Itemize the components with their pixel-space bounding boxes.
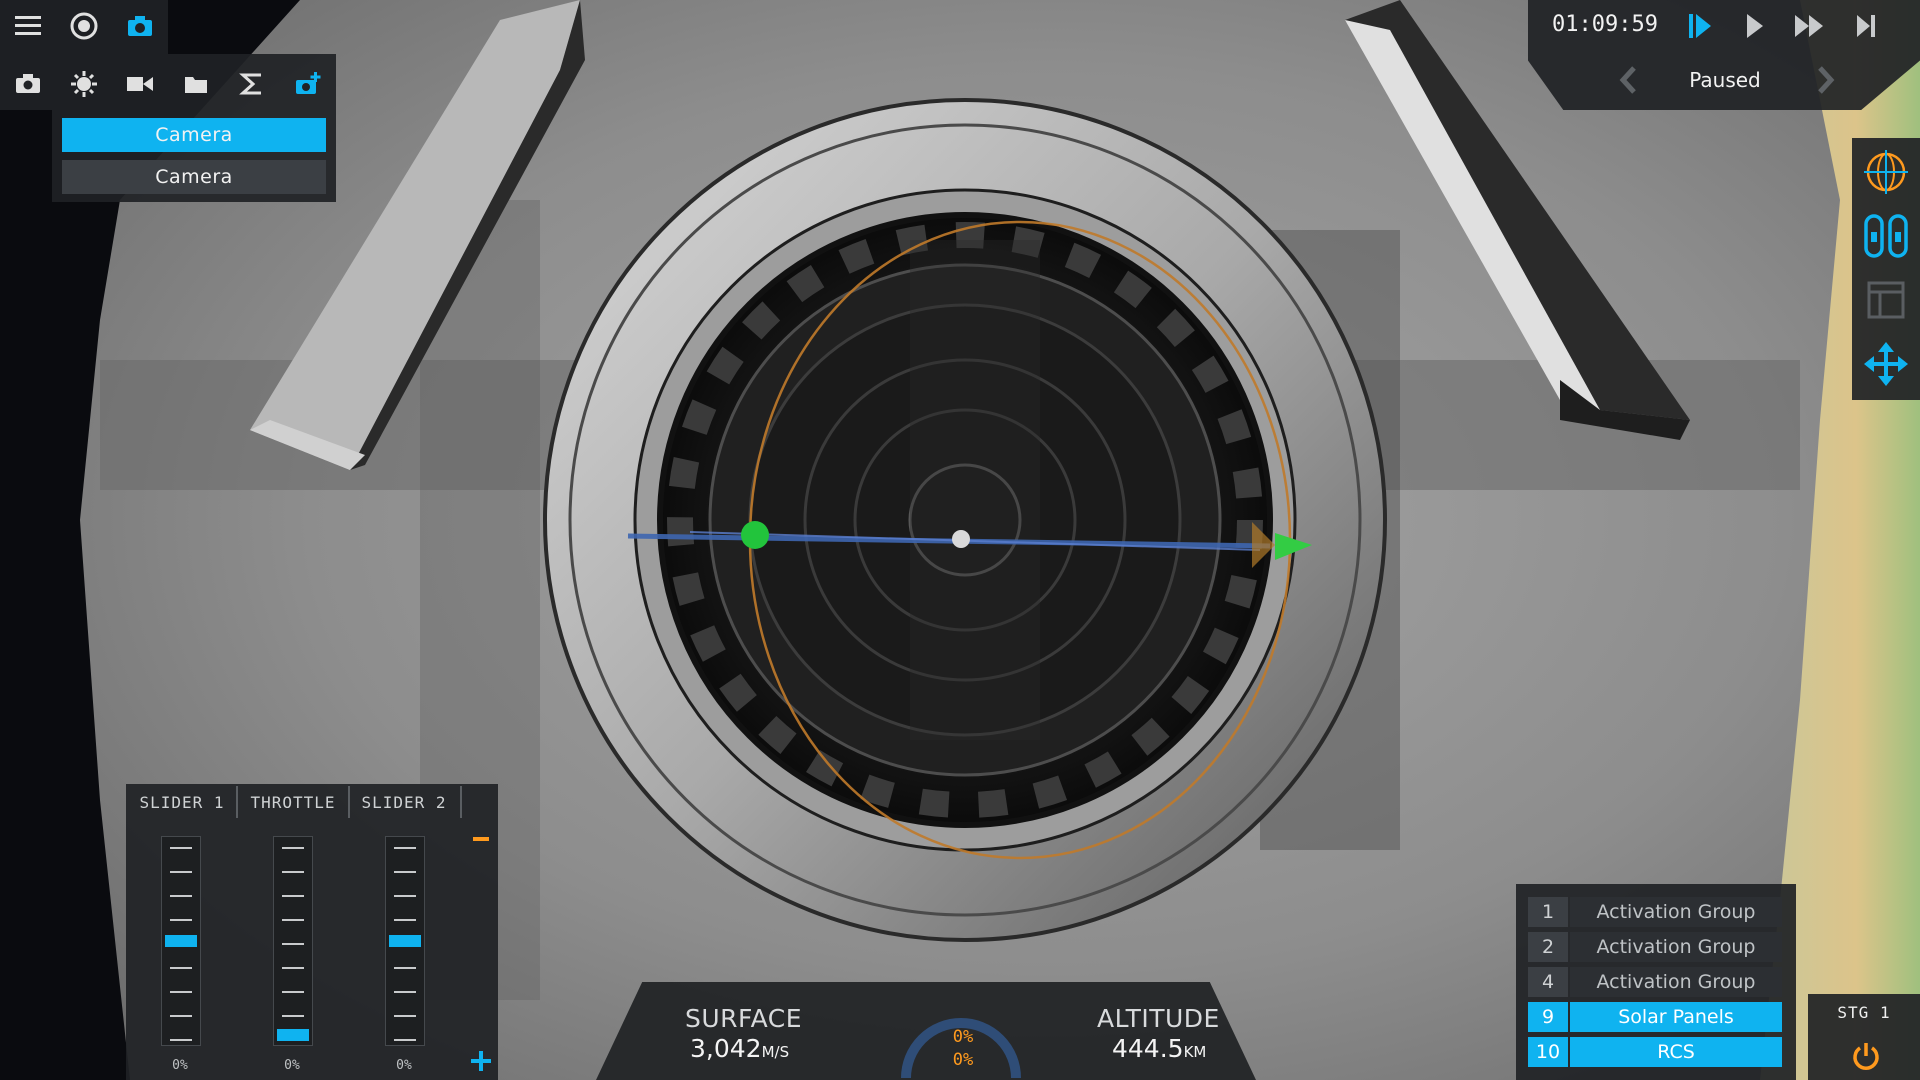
slider-tick xyxy=(282,847,304,849)
add-camera-icon[interactable] xyxy=(290,66,326,102)
slider-tick xyxy=(170,967,192,969)
activation-group-label: Solar Panels xyxy=(1570,1002,1782,1032)
slider-tick xyxy=(170,919,192,921)
slider-tick xyxy=(282,991,304,993)
activation-group-number: 10 xyxy=(1528,1037,1568,1067)
play-icon[interactable] xyxy=(1736,8,1772,44)
folder-icon[interactable] xyxy=(178,66,214,102)
column-divider xyxy=(348,786,350,818)
activation-group-number: 4 xyxy=(1528,967,1568,997)
time-status: Paused xyxy=(1689,68,1761,92)
activation-group-rcs[interactable]: 10 RCS xyxy=(1528,1037,1782,1067)
camera-option-2[interactable]: Camera xyxy=(62,160,326,194)
column-divider xyxy=(236,786,238,818)
slider-1-track[interactable] xyxy=(161,836,201,1046)
altitude-label: ALTITUDE xyxy=(1097,1004,1220,1033)
pause-play-icon[interactable] xyxy=(1682,8,1718,44)
stage-label: STG 1 xyxy=(1837,1003,1891,1022)
gauge-top-value: 0% xyxy=(952,1027,974,1047)
slider-2-value: 0% xyxy=(396,1058,412,1073)
activation-group-number: 9 xyxy=(1528,1002,1568,1032)
slider-tick xyxy=(170,991,192,993)
settings-sun-icon[interactable] xyxy=(66,66,102,102)
activation-group-1[interactable]: 1 Activation Group xyxy=(1528,897,1782,927)
slider-tick xyxy=(394,1039,416,1041)
chevron-left-icon[interactable] xyxy=(1610,62,1646,98)
skip-end-icon[interactable] xyxy=(1848,8,1884,44)
slider-tick xyxy=(282,895,304,897)
slider-tick xyxy=(170,895,192,897)
slider-tick xyxy=(394,991,416,993)
camera-icon[interactable] xyxy=(122,8,158,44)
slider-tick xyxy=(170,1039,192,1041)
sigma-icon[interactable] xyxy=(234,66,270,102)
column-divider xyxy=(460,786,462,818)
slider-tick xyxy=(282,871,304,873)
activation-group-number: 1 xyxy=(1528,897,1568,927)
video-camera-icon[interactable] xyxy=(122,66,158,102)
slider-tick xyxy=(394,895,416,897)
surface-speed: 3,042M/S xyxy=(690,1034,789,1063)
throttle-label: THROTTLE xyxy=(250,793,336,812)
fast-forward-icon[interactable] xyxy=(1790,8,1830,44)
activation-group-label: Activation Group xyxy=(1570,967,1782,997)
slider-tick xyxy=(170,1015,192,1017)
altitude: 444.5KM xyxy=(1112,1034,1206,1063)
screenshot-icon[interactable] xyxy=(10,66,46,102)
altitude-value: 444.5 xyxy=(1112,1034,1184,1063)
activation-group-label: RCS xyxy=(1570,1037,1782,1067)
slider-2-label: SLIDER 2 xyxy=(361,793,447,812)
slider-tick xyxy=(282,967,304,969)
slider-tick xyxy=(394,967,416,969)
slider-handle[interactable] xyxy=(165,935,197,947)
power-icon[interactable] xyxy=(1846,1036,1886,1076)
slider-handle[interactable] xyxy=(277,1029,309,1041)
slider-tick xyxy=(170,871,192,873)
plus-icon[interactable] xyxy=(464,1044,498,1078)
slider-tick xyxy=(394,919,416,921)
slider-tick xyxy=(282,1015,304,1017)
symmetry-icon[interactable] xyxy=(1862,210,1910,262)
slider-tick xyxy=(394,1015,416,1017)
slider-1-label: SLIDER 1 xyxy=(139,793,225,812)
move-arrows-icon[interactable] xyxy=(1862,340,1910,388)
activation-group-number: 2 xyxy=(1528,932,1568,962)
activation-group-label: Activation Group xyxy=(1570,897,1782,927)
menu-icon[interactable] xyxy=(10,8,46,44)
slider-tick xyxy=(394,871,416,873)
slider-tick xyxy=(282,943,304,945)
chevron-right-icon[interactable] xyxy=(1808,62,1844,98)
activation-group-solar-panels[interactable]: 9 Solar Panels xyxy=(1528,1002,1782,1032)
throttle-track[interactable] xyxy=(273,836,313,1046)
surface-label: SURFACE xyxy=(685,1004,803,1033)
camera-option-1[interactable]: Camera xyxy=(62,118,326,152)
slider-tick xyxy=(170,847,192,849)
slider-2-track[interactable] xyxy=(385,836,425,1046)
surface-speed-unit: M/S xyxy=(761,1043,790,1061)
slider-tick xyxy=(394,847,416,849)
activation-group-2[interactable]: 2 Activation Group xyxy=(1528,932,1782,962)
center-of-mass-icon[interactable] xyxy=(1862,148,1910,196)
activation-group-4[interactable]: 4 Activation Group xyxy=(1528,967,1782,997)
mission-clock: 01:09:59 xyxy=(1552,12,1658,37)
throttle-value: 0% xyxy=(284,1058,300,1073)
surface-speed-value: 3,042 xyxy=(690,1034,762,1063)
slider-tick xyxy=(282,919,304,921)
altitude-unit: KM xyxy=(1183,1043,1207,1061)
minus-icon[interactable] xyxy=(464,822,498,856)
slider-handle[interactable] xyxy=(389,935,421,947)
camera-toolbar xyxy=(0,54,336,110)
gauge-bottom-value: 0% xyxy=(952,1050,974,1070)
panel-layout-icon[interactable] xyxy=(1862,276,1910,324)
activation-group-label: Activation Group xyxy=(1570,932,1782,962)
orbit-map-icon[interactable] xyxy=(66,8,102,44)
slider-1-value: 0% xyxy=(172,1058,188,1073)
